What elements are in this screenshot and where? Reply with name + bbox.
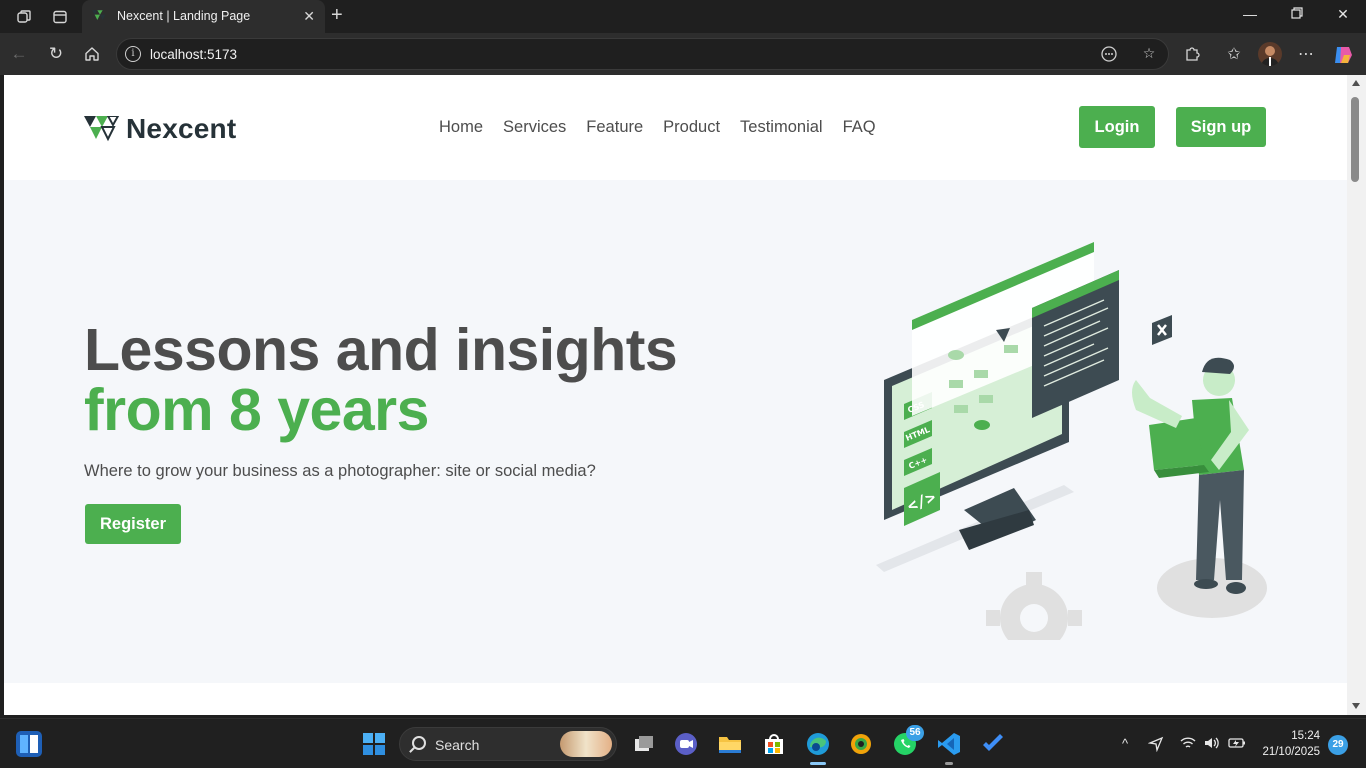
tab-title: Nexcent | Landing Page: [117, 9, 251, 23]
start-icon[interactable]: [361, 731, 387, 757]
close-window-icon[interactable]: ✕: [1328, 6, 1358, 23]
extensions-icon[interactable]: [1182, 44, 1204, 66]
scroll-up-icon[interactable]: [1352, 80, 1360, 86]
new-tab-icon[interactable]: +: [331, 4, 343, 27]
page-viewport: Nexcent Home Services Feature Product Te…: [4, 75, 1347, 715]
widgets-icon[interactable]: [16, 731, 42, 757]
next-section: [4, 683, 1347, 715]
copilot-icon[interactable]: [1332, 44, 1354, 66]
more-icon[interactable]: ⋯: [1295, 44, 1317, 66]
windows-taskbar: Search 56 ^ 15:24 21/10/2025 29: [0, 718, 1366, 768]
whatsapp-icon[interactable]: 56: [892, 725, 924, 757]
page-scrollbar[interactable]: [1347, 75, 1366, 715]
hero-section: Lessons and insights from 8 years Where …: [4, 180, 1347, 683]
address-bar[interactable]: i localhost:5173 ☆: [116, 38, 1169, 70]
todo-icon[interactable]: [980, 731, 1006, 757]
browser-tab-strip: Nexcent | Landing Page ✕ + — ✕: [0, 0, 1366, 33]
nav-services[interactable]: Services: [503, 118, 566, 137]
nav-product[interactable]: Product: [663, 118, 720, 137]
whatsapp-badge: 56: [906, 725, 924, 741]
clock-date: 21/10/2025: [1262, 746, 1320, 758]
location-icon[interactable]: [1147, 736, 1164, 755]
hero-title: Lessons and insights from 8 years: [84, 317, 678, 443]
active-app-indicator: [810, 762, 826, 765]
person-figure: [1132, 357, 1249, 594]
nav-testimonial[interactable]: Testimonial: [740, 118, 823, 137]
tab-close-icon[interactable]: ✕: [303, 8, 315, 25]
hero-subtitle: Where to grow your business as a photogr…: [84, 462, 596, 480]
favorites-icon[interactable]: ✩: [1223, 44, 1245, 66]
notification-badge[interactable]: 29: [1328, 735, 1348, 755]
clock-time: 15:24: [1291, 730, 1320, 742]
signup-button[interactable]: Sign up: [1176, 107, 1266, 147]
home-icon[interactable]: [81, 43, 103, 65]
vscode-icon[interactable]: [936, 731, 962, 757]
register-button[interactable]: Register: [85, 504, 181, 544]
nav-feature[interactable]: Feature: [586, 118, 643, 137]
taskbar-search[interactable]: Search: [399, 727, 617, 761]
restore-icon[interactable]: [1282, 6, 1312, 22]
url-text[interactable]: localhost:5173: [150, 47, 237, 62]
tray-overflow-icon[interactable]: ^: [1122, 736, 1128, 751]
task-view-icon[interactable]: [631, 731, 657, 757]
hero-illustration: CSS HTML C++ </>: [876, 242, 1267, 640]
nav-home[interactable]: Home: [439, 118, 483, 137]
wifi-icon[interactable]: [1180, 736, 1196, 753]
profile-avatar[interactable]: [1258, 42, 1282, 66]
running-app-indicator: [945, 762, 953, 765]
nav-faq[interactable]: FAQ: [843, 118, 876, 137]
site-header: Nexcent Home Services Feature Product Te…: [4, 75, 1347, 180]
info-icon[interactable]: i: [125, 46, 141, 62]
workspaces-icon[interactable]: [12, 6, 36, 28]
hero-title-line1: Lessons and insights: [84, 317, 678, 383]
nexcent-favicon: [92, 10, 106, 20]
refresh-icon[interactable]: ↻: [45, 43, 67, 65]
teams-meet-icon[interactable]: [673, 731, 699, 757]
search-highlight-image: [560, 731, 612, 757]
volume-icon[interactable]: [1204, 736, 1220, 753]
tab-actions-icon[interactable]: [48, 6, 72, 28]
brand-name: Nexcent: [126, 113, 237, 144]
main-nav: Home Services Feature Product Testimonia…: [439, 118, 876, 137]
file-explorer-icon[interactable]: [717, 731, 743, 757]
nexcent-logo-icon: [84, 116, 120, 142]
back-icon[interactable]: ←: [8, 43, 30, 65]
close-badge-icon: [1152, 315, 1172, 345]
browser-toolbar: ← ↻ i localhost:5173 ☆ ✩ ⋯: [0, 33, 1366, 75]
battery-icon[interactable]: [1228, 736, 1246, 753]
store-icon[interactable]: [761, 731, 787, 757]
hero-title-line2: from 8 years: [84, 377, 429, 443]
active-tab[interactable]: Nexcent | Landing Page ✕: [82, 0, 325, 33]
scroll-thumb[interactable]: [1351, 97, 1359, 182]
minimize-icon[interactable]: —: [1235, 6, 1265, 22]
login-button[interactable]: Login: [1079, 106, 1155, 148]
gear-icon: [986, 572, 1082, 640]
search-icon: [412, 736, 426, 750]
search-placeholder: Search: [435, 737, 480, 753]
scroll-down-icon[interactable]: [1352, 703, 1360, 709]
system-clock[interactable]: 15:24 21/10/2025: [1258, 728, 1320, 760]
site-logo[interactable]: Nexcent: [84, 113, 236, 145]
favorite-star-icon[interactable]: ☆: [1139, 45, 1159, 65]
browser-extension-app-icon[interactable]: [848, 731, 874, 757]
edge-icon[interactable]: [805, 731, 831, 757]
reading-mode-icon[interactable]: [1099, 45, 1119, 65]
